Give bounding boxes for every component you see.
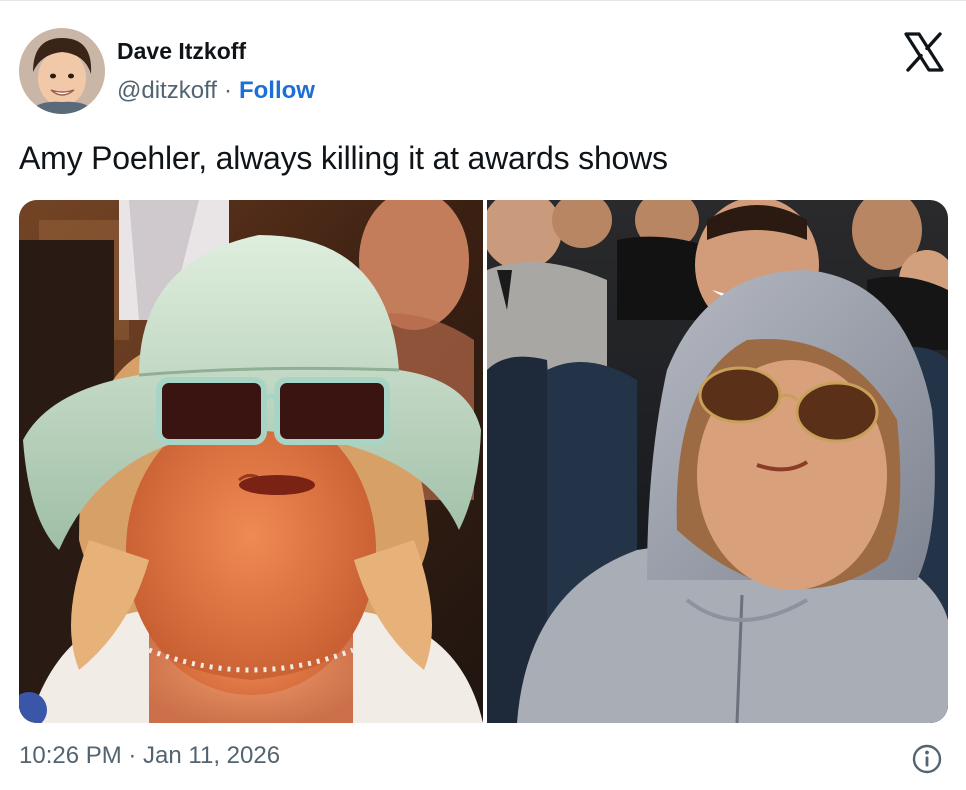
tweet-card: Dave Itzkoff @ditzkoff · Follow Amy Poehle… <box>0 0 966 790</box>
photo-left[interactable] <box>19 200 483 723</box>
avatar-image <box>19 28 105 114</box>
photo-right-image <box>482 200 948 723</box>
tweet-text: Amy Poehler, always killing it at awards… <box>19 140 668 176</box>
photo-right[interactable] <box>482 200 948 723</box>
x-logo-icon[interactable] <box>903 31 945 73</box>
separator-dot: · <box>223 77 232 104</box>
avatar[interactable] <box>19 28 105 114</box>
info-icon[interactable] <box>911 743 943 775</box>
tweet-timestamp[interactable]: 10:26 PM · Jan 11, 2026 <box>19 742 280 770</box>
photo-left-image <box>19 200 483 723</box>
author-meta: @ditzkoff · Follow <box>117 77 315 105</box>
author-name[interactable]: Dave Itzkoff <box>117 38 246 65</box>
author-handle[interactable]: @ditzkoff <box>117 77 217 104</box>
follow-button[interactable]: Follow <box>239 77 315 104</box>
media-grid <box>19 200 948 723</box>
